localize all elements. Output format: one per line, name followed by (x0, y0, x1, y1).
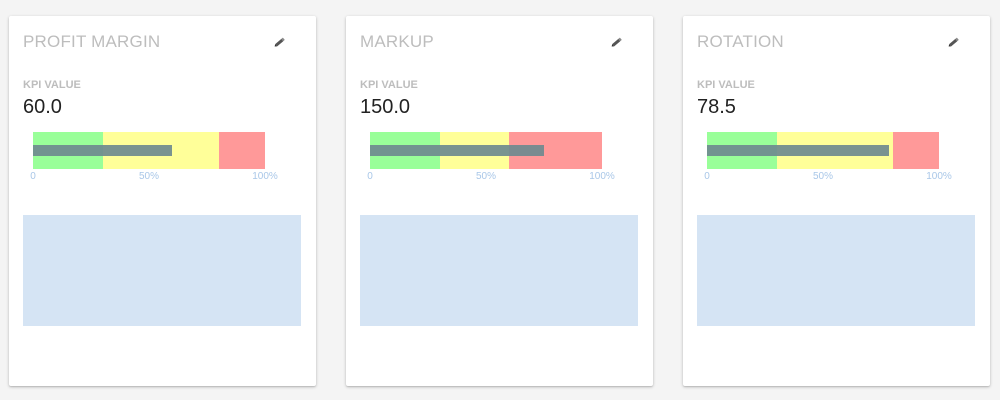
tick-label-100: 100% (926, 171, 952, 182)
card-title: MARKUP (360, 32, 434, 51)
kpi-value: 78.5 (697, 96, 736, 118)
kpi-card-grid: PROFIT MARGIN KPI VALUE 60.0 0 50% 100% … (0, 0, 1000, 400)
kpi-value-label: KPI VALUE (360, 79, 418, 91)
tick-label-0: 0 (704, 171, 710, 182)
card-title: PROFIT MARGIN (23, 32, 161, 51)
measure-bar (370, 145, 544, 156)
tick-label-50: 50% (475, 171, 497, 182)
edit-button[interactable] (608, 34, 626, 50)
bullet-chart (370, 132, 602, 169)
kpi-card: MARKUP KPI VALUE 150.0 0 50% 100% (346, 16, 653, 386)
bullet-chart (33, 132, 265, 169)
bad-range-band (218, 132, 265, 169)
kpi-card: PROFIT MARGIN KPI VALUE 60.0 0 50% 100% (9, 16, 316, 386)
kpi-card: ROTATION KPI VALUE 78.5 0 50% 100% (683, 16, 990, 386)
tick-label-100: 100% (589, 171, 615, 182)
edit-button[interactable] (945, 34, 963, 50)
kpi-value: 150.0 (360, 96, 411, 118)
tick-label-0: 0 (30, 171, 36, 182)
pencil-icon (948, 37, 959, 47)
kpi-value: 60.0 (23, 96, 62, 118)
chart-placeholder-panel (697, 215, 975, 326)
bullet-chart (707, 132, 939, 169)
chart-placeholder-panel (360, 215, 638, 326)
measure-bar (33, 145, 173, 156)
tick-label-50: 50% (812, 171, 834, 182)
card-title: ROTATION (697, 32, 784, 51)
tick-label-100: 100% (252, 171, 278, 182)
tick-label-0: 0 (367, 171, 373, 182)
edit-button[interactable] (271, 34, 289, 50)
pencil-icon (611, 37, 622, 47)
pencil-icon (274, 37, 285, 47)
tick-label-50: 50% (138, 171, 160, 182)
chart-placeholder-panel (23, 215, 301, 326)
measure-bar (707, 145, 890, 156)
kpi-value-label: KPI VALUE (23, 79, 81, 91)
kpi-value-label: KPI VALUE (697, 79, 755, 91)
bad-range-band (892, 132, 939, 169)
